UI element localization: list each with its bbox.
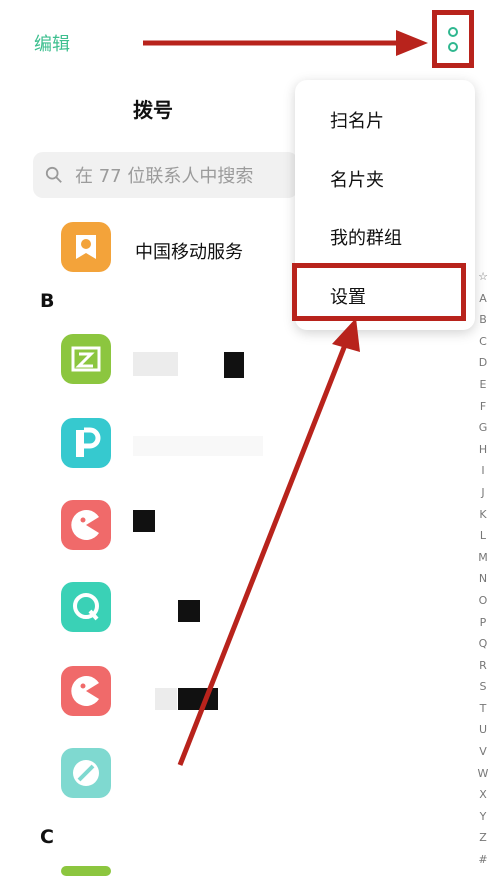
arrow-head-icon [396,30,428,56]
arrow-head-icon [332,318,360,352]
arrow-to-settings [177,344,348,766]
annotation-arrows [143,30,428,766]
